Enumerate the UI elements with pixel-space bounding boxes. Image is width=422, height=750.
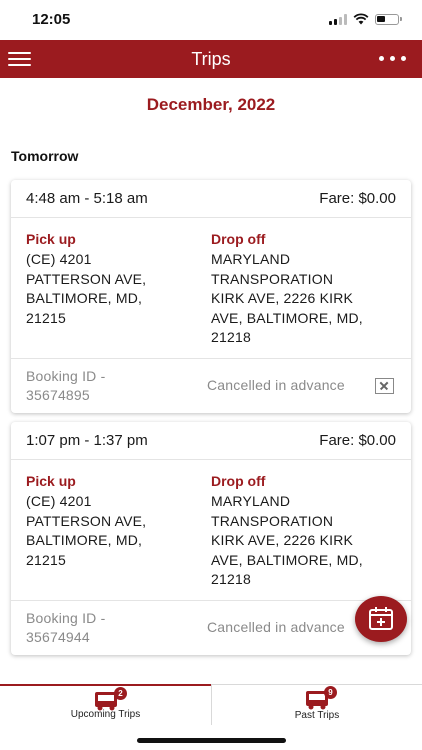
trip-card[interactable]: 4:48 am - 5:18 am Fare: $0.00 Pick up (C… (11, 180, 411, 413)
booking-id: Booking ID - 35674944 (26, 610, 106, 645)
home-indicator (137, 738, 286, 743)
calendar-plus-icon (369, 607, 393, 630)
battery-icon (375, 13, 399, 25)
divider (11, 217, 411, 218)
pickup-label: Pick up (26, 473, 76, 489)
divider (11, 600, 411, 601)
divider (11, 358, 411, 359)
status-badge: Cancelled in advance (207, 619, 345, 635)
month-heading: December, 2022 (146, 95, 276, 114)
more-options-icon[interactable] (379, 56, 406, 61)
tab-past-trips[interactable]: 9 Past Trips (211, 685, 422, 725)
booking-id: Booking ID - 35674895 (26, 368, 106, 403)
day-heading: Tomorrow (11, 148, 79, 164)
pickup-label: Pick up (26, 231, 76, 247)
tab-upcoming-trips[interactable]: 2 Upcoming Trips (0, 684, 211, 724)
dropoff-label: Drop off (211, 231, 266, 247)
status-icons (329, 13, 402, 25)
trip-time: 4:48 am - 5:18 am (26, 190, 148, 207)
status-time: 12:05 (32, 11, 71, 28)
battery-tip (400, 17, 402, 21)
pickup-address: (CE) 4201 PATTERSON AVE, BALTIMORE, MD, … (26, 493, 147, 568)
wifi-icon (353, 13, 369, 25)
signal-icon (329, 13, 347, 25)
divider (11, 459, 411, 460)
cancel-icon[interactable] (375, 378, 394, 394)
status-bar: 12:05 (0, 0, 422, 40)
status-badge: Cancelled in advance (207, 377, 345, 393)
tab-upcoming-label: Upcoming Trips (70, 709, 141, 720)
trip-card[interactable]: 1:07 pm - 1:37 pm Fare: $0.00 Pick up (C… (11, 422, 411, 655)
trip-fare: Fare: $0.00 (319, 190, 396, 207)
dropoff-address: MARYLAND TRANSPORATION KIRK AVE, 2226 KI… (211, 493, 363, 587)
dropoff-label: Drop off (211, 473, 266, 489)
upcoming-count-badge: 2 (114, 687, 127, 700)
page-title: Trips (191, 49, 231, 69)
nav-bar: Trips (0, 40, 422, 78)
past-count-badge: 9 (324, 686, 337, 699)
dropoff-address: MARYLAND TRANSPORATION KIRK AVE, 2226 KI… (211, 251, 363, 345)
trip-time: 1:07 pm - 1:37 pm (26, 432, 148, 449)
add-trip-button[interactable] (355, 596, 407, 642)
tab-past-label: Past Trips (294, 710, 340, 721)
pickup-address: (CE) 4201 PATTERSON AVE, BALTIMORE, MD, … (26, 251, 147, 326)
trip-fare: Fare: $0.00 (319, 432, 396, 449)
tab-bar: 2 Upcoming Trips 9 Past Trips (0, 684, 422, 725)
